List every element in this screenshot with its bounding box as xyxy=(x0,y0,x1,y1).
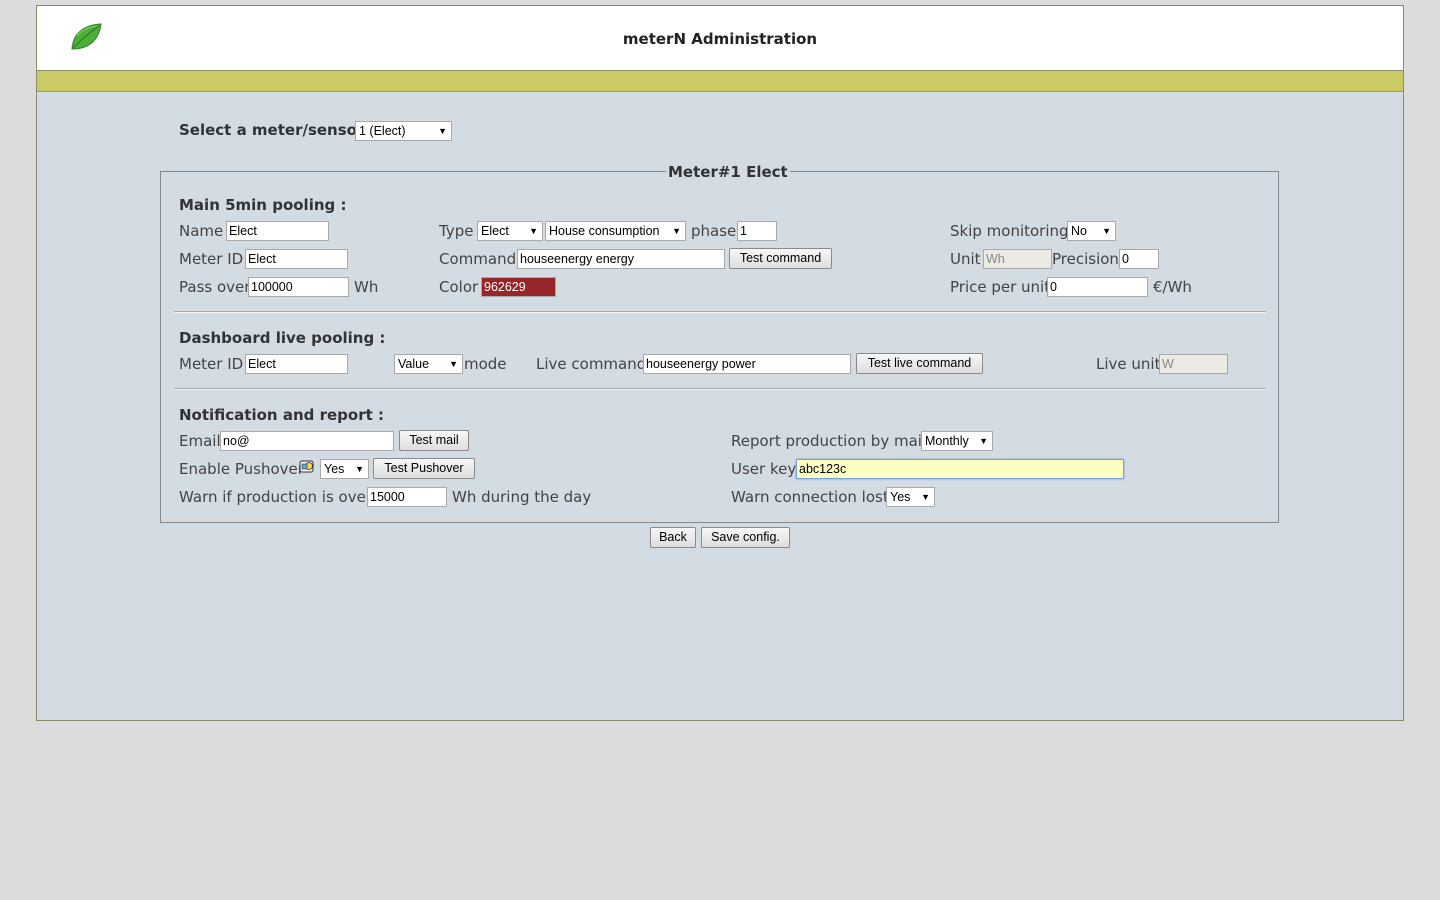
dropdown-arrow-icon: ▼ xyxy=(438,126,447,136)
skip-select-value: No xyxy=(1071,224,1087,238)
report-label: Report production by mail xyxy=(731,432,927,450)
precision-label: Precision xyxy=(1052,250,1119,268)
phase-input[interactable]: 1 xyxy=(737,221,777,241)
meter-id-input[interactable]: Elect xyxy=(245,249,348,269)
color-input[interactable]: 962629 xyxy=(481,277,556,297)
test-pushover-button[interactable]: Test Pushover xyxy=(373,458,475,479)
price-input[interactable]: 0 xyxy=(1047,277,1148,297)
warn-connection-select-value: Yes xyxy=(890,490,911,504)
command-label: Command xyxy=(439,250,517,268)
skip-monitoring-label: Skip monitoring xyxy=(950,222,1069,240)
type-label: Type xyxy=(439,222,474,240)
mode-label: mode xyxy=(464,355,507,373)
pushover-select-value: Yes xyxy=(324,462,345,476)
name-input[interactable]: Elect xyxy=(226,221,329,241)
test-live-command-button[interactable]: Test live command xyxy=(856,353,983,374)
meter-select-value: 1 (Elect) xyxy=(359,124,406,138)
meter-id-label: Meter ID xyxy=(179,250,244,268)
report-select[interactable]: Monthly ▼ xyxy=(921,431,993,451)
live-meter-id-input[interactable]: Elect xyxy=(245,354,348,374)
warn-connection-select[interactable]: Yes ▼ xyxy=(886,487,935,507)
save-config-button[interactable]: Save config. xyxy=(701,527,790,548)
dropdown-arrow-icon: ▼ xyxy=(355,464,364,474)
test-command-button[interactable]: Test command xyxy=(729,248,832,269)
color-label: Color xyxy=(439,278,479,296)
meter-select-label: Select a meter/sensor : xyxy=(179,121,376,139)
pushover-select[interactable]: Yes ▼ xyxy=(320,459,369,479)
user-key-label: User key xyxy=(731,460,797,478)
type-select-value: Elect xyxy=(481,224,509,238)
mode-select-value: Value xyxy=(398,357,430,371)
back-button[interactable]: Back xyxy=(650,527,696,548)
dropdown-arrow-icon: ▼ xyxy=(529,226,538,236)
type2-select-value: House consumption xyxy=(549,224,660,238)
precision-input[interactable]: 0 xyxy=(1119,249,1159,269)
mode-select[interactable]: Value ▼ xyxy=(394,354,463,374)
live-pooling-heading: Dashboard live pooling : xyxy=(179,329,386,347)
unit-input: Wh xyxy=(983,249,1052,269)
warn-production-unit: Wh during the day xyxy=(452,488,592,506)
skip-monitoring-select[interactable]: No ▼ xyxy=(1067,221,1116,241)
unit-label: Unit xyxy=(950,250,981,268)
page-title: meterN Administration xyxy=(622,30,818,48)
user-key-input[interactable]: abc123c xyxy=(796,459,1124,479)
meter-select[interactable]: 1 (Elect) ▼ xyxy=(355,121,452,141)
email-input[interactable]: no@ xyxy=(220,431,394,451)
phase-label: phase xyxy=(691,222,737,240)
dropdown-arrow-icon: ▼ xyxy=(672,226,681,236)
live-command-label: Live command xyxy=(536,355,647,373)
live-unit-label: Live unit xyxy=(1096,355,1161,373)
dropdown-arrow-icon: ▼ xyxy=(979,436,988,446)
warn-production-label: Warn if production is over xyxy=(179,488,372,506)
live-meter-id-label: Meter ID xyxy=(179,355,244,373)
live-unit-input: W xyxy=(1159,354,1228,374)
type-select[interactable]: Elect ▼ xyxy=(477,221,543,241)
price-unit: €/Wh xyxy=(1153,278,1192,296)
warn-production-input[interactable]: 15000 xyxy=(367,487,447,507)
notification-heading: Notification and report : xyxy=(179,406,384,424)
live-command-input[interactable]: houseenergy power xyxy=(643,354,851,374)
type2-select[interactable]: House consumption ▼ xyxy=(545,221,686,241)
dropdown-arrow-icon: ▼ xyxy=(921,492,930,502)
name-label: Name xyxy=(179,222,224,240)
report-select-value: Monthly xyxy=(925,434,969,448)
warn-connection-label: Warn connection lost xyxy=(731,488,889,506)
pass-over-label: Pass over xyxy=(179,278,251,296)
fieldset-legend: Meter#1 Elect xyxy=(666,162,790,182)
main-pooling-heading: Main 5min pooling : xyxy=(179,196,347,214)
pushover-label: Enable Pushover xyxy=(179,460,304,478)
divider xyxy=(174,388,1266,390)
divider xyxy=(174,311,1266,313)
test-mail-button[interactable]: Test mail xyxy=(399,430,469,451)
pass-over-input[interactable]: 100000 xyxy=(248,277,349,297)
dropdown-arrow-icon: ▼ xyxy=(449,359,458,369)
email-label: Email xyxy=(179,432,221,450)
header: meterN Administration xyxy=(37,6,1403,71)
pass-over-unit: Wh xyxy=(354,278,379,296)
dropdown-arrow-icon: ▼ xyxy=(1102,226,1111,236)
price-label: Price per unit xyxy=(950,278,1051,296)
header-bar xyxy=(37,71,1403,92)
command-input[interactable]: houseenergy energy xyxy=(517,249,725,269)
help-icon[interactable] xyxy=(299,458,316,474)
